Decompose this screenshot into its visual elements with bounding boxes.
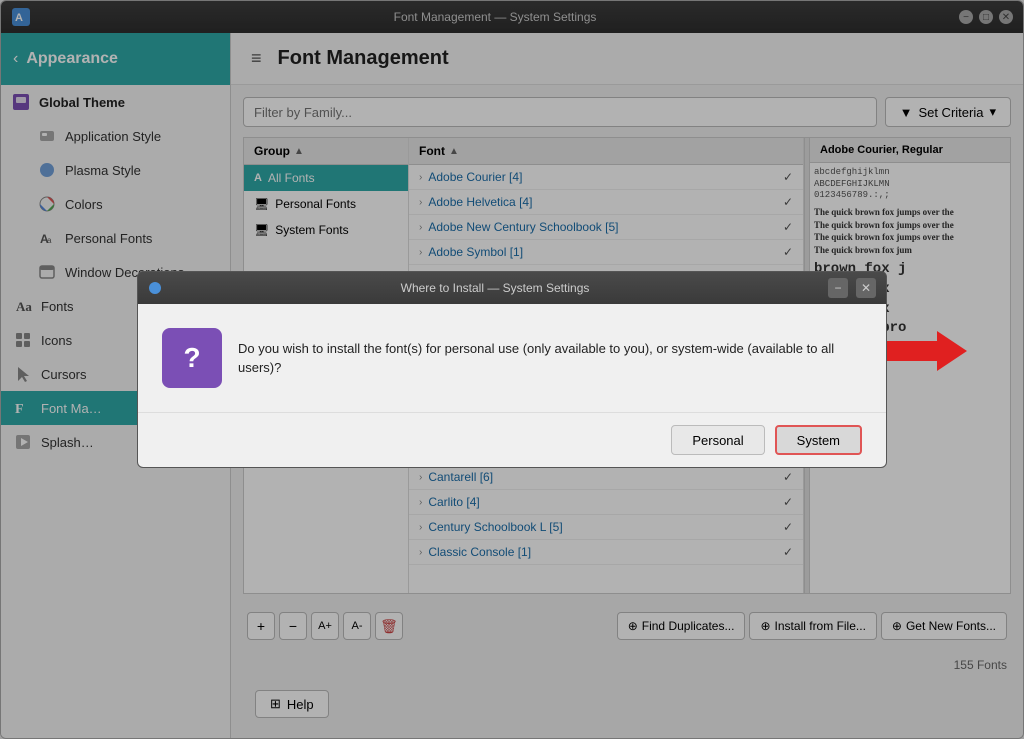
question-mark: ? (183, 342, 200, 374)
modal-close-button[interactable]: ✕ (856, 278, 876, 298)
modal-body: ? Do you wish to install the font(s) for… (138, 304, 886, 412)
modal-question-icon: ? (162, 328, 222, 388)
modal-message: Do you wish to install the font(s) for p… (238, 339, 862, 378)
modal-footer: Personal System (138, 412, 886, 467)
modal-container: Where to Install — System Settings − ✕ ?… (137, 271, 887, 468)
modal-titlebar: Where to Install — System Settings − ✕ (138, 272, 886, 304)
red-arrow-indicator (887, 331, 967, 374)
system-button[interactable]: System (775, 425, 862, 455)
modal-app-icon (148, 281, 162, 295)
modal-title: Where to Install — System Settings (168, 281, 822, 295)
personal-button[interactable]: Personal (671, 425, 764, 455)
modal-minimize-button[interactable]: − (828, 278, 848, 298)
install-modal: Where to Install — System Settings − ✕ ?… (137, 271, 887, 468)
modal-overlay: Where to Install — System Settings − ✕ ?… (0, 0, 1024, 739)
